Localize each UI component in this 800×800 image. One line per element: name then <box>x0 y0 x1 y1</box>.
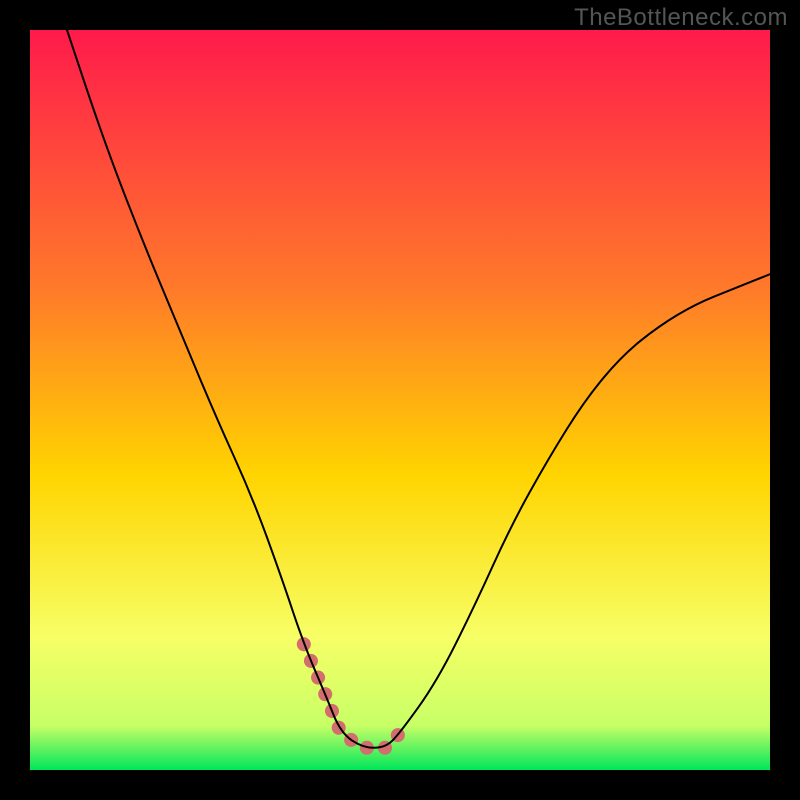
plot-area <box>30 30 770 770</box>
plot-svg <box>30 30 770 770</box>
watermark-text: TheBottleneck.com <box>574 4 788 32</box>
chart-frame: TheBottleneck.com <box>0 0 800 800</box>
gradient-background <box>30 30 770 770</box>
